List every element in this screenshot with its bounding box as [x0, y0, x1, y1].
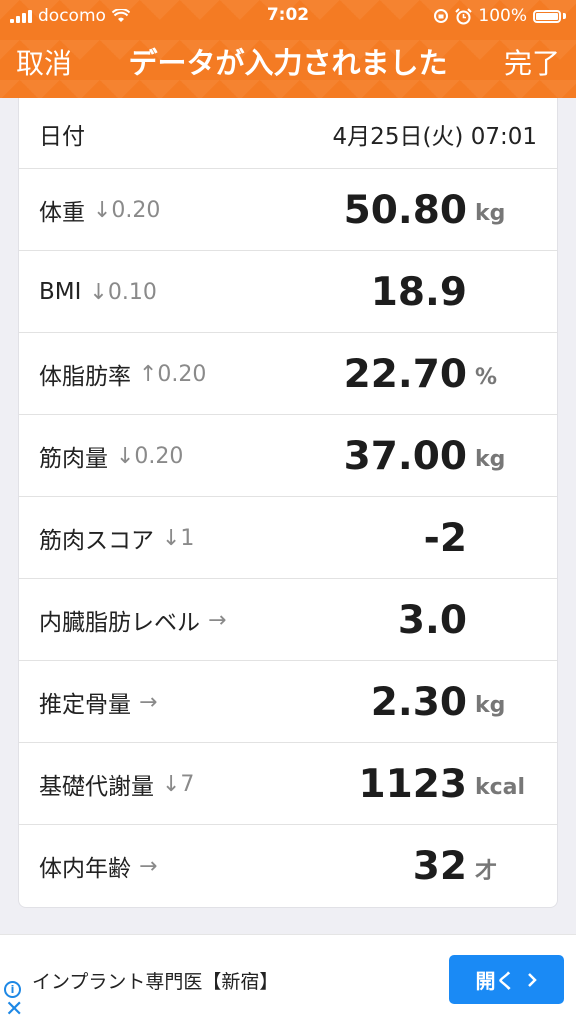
ad-close-icon[interactable]: ✕: [5, 999, 23, 1021]
date-label: 日付: [39, 123, 85, 150]
measurement-card: 日付 4月25日(火) 07:01 体重 ↓0.20 50.80 kg BMI ↓0…: [18, 98, 558, 908]
change-indicator: ↓0.20: [93, 197, 161, 223]
change-indicator: →: [139, 689, 158, 715]
row-visceral-fat[interactable]: 内臓脂肪レベル → 3.0: [19, 579, 557, 661]
app-header: docomo 7:02 100% 取消 データが入力されました 完了: [0, 0, 576, 98]
change-indicator: ↑0.20: [139, 361, 207, 387]
row-unit: kg: [475, 200, 506, 226]
ad-open-button[interactable]: 開く: [449, 955, 564, 1004]
row-label: 体内年齢: [39, 856, 131, 882]
row-value: 37.00: [343, 433, 467, 479]
change-indicator: ↓0.10: [89, 279, 157, 305]
battery-percent: 100%: [478, 6, 527, 26]
ad-info-icon[interactable]: i: [4, 981, 21, 998]
row-body-age[interactable]: 体内年齢 → 32 才: [19, 825, 557, 907]
row-weight[interactable]: 体重 ↓0.20 50.80 kg: [19, 169, 557, 251]
row-label: 筋肉スコア: [39, 528, 154, 554]
change-indicator: ↓7: [162, 771, 195, 797]
row-value: 3.0: [397, 597, 467, 643]
done-button[interactable]: 完了: [504, 42, 560, 82]
row-value: 22.70: [343, 351, 467, 397]
row-value: 18.9: [370, 269, 467, 315]
ad-open-label: 開く: [475, 969, 516, 993]
row-unit: kg: [475, 692, 506, 718]
ad-banner[interactable]: i ✕ インプラント専門医【新宿】 開く: [0, 934, 576, 1025]
row-value: 32: [412, 843, 467, 889]
row-unit: kg: [475, 446, 506, 472]
row-value: 1123: [358, 761, 467, 807]
row-label: 体脂肪率: [39, 364, 131, 390]
row-label: 基礎代謝量: [39, 774, 154, 800]
rotation-lock-icon: [434, 9, 449, 23]
row-value: -2: [423, 515, 467, 561]
row-label: 体重: [39, 200, 85, 226]
battery-icon: [533, 9, 561, 23]
change-indicator: ↓0.20: [116, 443, 184, 469]
row-value: 2.30: [370, 679, 467, 725]
row-label: 内臓脂肪レベル: [39, 610, 200, 636]
row-unit: %: [475, 364, 498, 390]
row-bone-mass[interactable]: 推定骨量 → 2.30 kg: [19, 661, 557, 743]
ad-text: インプラント専門医【新宿】: [32, 971, 279, 993]
row-body-fat[interactable]: 体脂肪率 ↑0.20 22.70 %: [19, 333, 557, 415]
chevron-right-icon: [527, 972, 537, 987]
date-value: 4月25日(火) 07:01: [332, 123, 537, 150]
row-value: 50.80: [343, 187, 467, 233]
row-muscle-score[interactable]: 筋肉スコア ↓1 -2: [19, 497, 557, 579]
date-row[interactable]: 日付 4月25日(火) 07:01: [19, 98, 557, 169]
row-unit: 才: [475, 859, 498, 884]
status-bar: docomo 7:02 100%: [0, 0, 576, 32]
change-indicator: →: [139, 853, 158, 879]
page-title: データが入力されました: [128, 46, 448, 80]
status-right: 100%: [433, 6, 566, 26]
row-label: 推定骨量: [39, 692, 131, 718]
row-basal-metabolism[interactable]: 基礎代謝量 ↓7 1123 kcal: [19, 743, 557, 825]
row-label: 筋肉量: [39, 446, 108, 472]
change-indicator: ↓1: [162, 525, 195, 551]
row-unit: kcal: [475, 774, 526, 800]
change-indicator: →: [208, 607, 227, 633]
row-bmi[interactable]: BMI ↓0.10 18.9: [19, 251, 557, 333]
nav-bar: 取消 データが入力されました 完了: [0, 32, 576, 92]
alarm-icon: [455, 7, 473, 24]
battery-tip: [563, 13, 566, 19]
row-label: BMI: [39, 279, 82, 305]
row-muscle-mass[interactable]: 筋肉量 ↓0.20 37.00 kg: [19, 415, 557, 497]
